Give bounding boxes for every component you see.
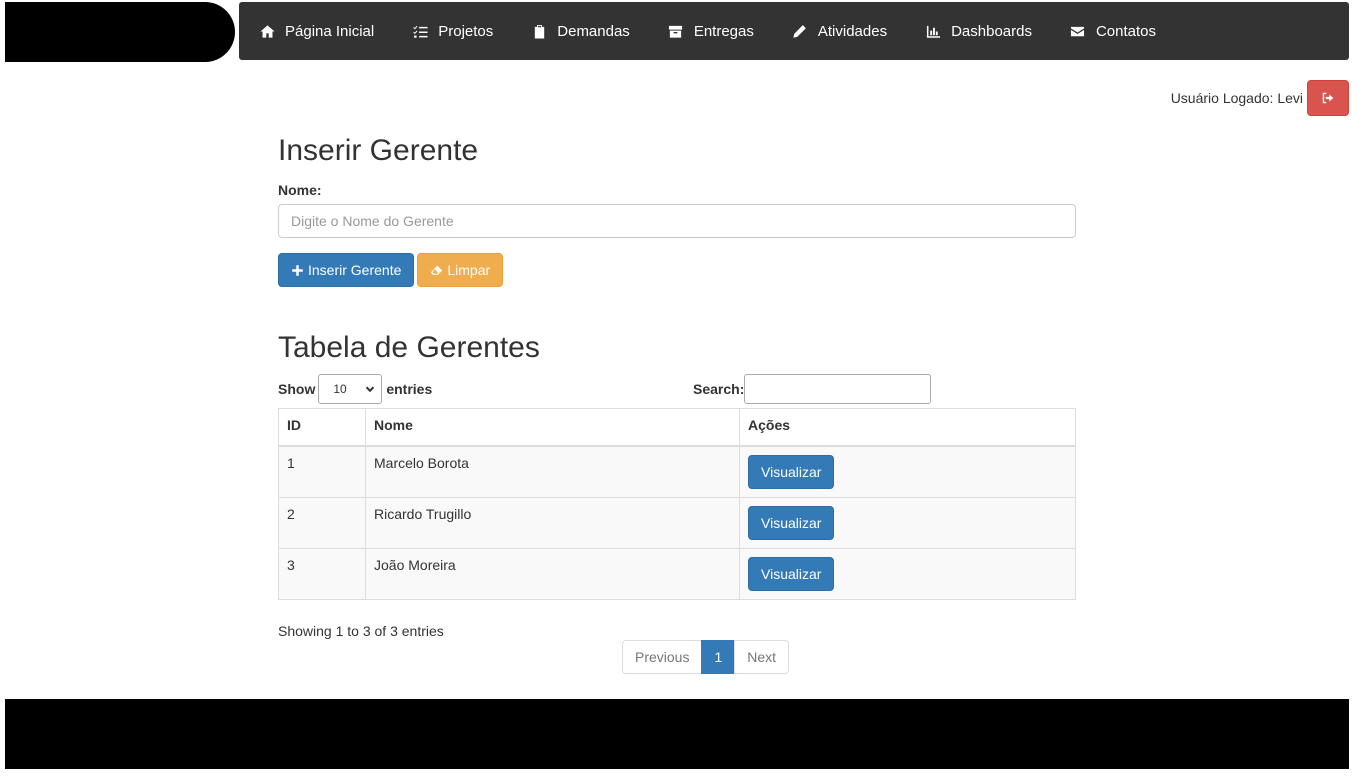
form-actions: Inserir Gerente Limpar <box>278 253 1076 287</box>
entries-label: entries <box>386 381 433 397</box>
user-area: Usuário Logado: Levi <box>1171 80 1349 116</box>
insert-manager-button[interactable]: Inserir Gerente <box>278 253 415 287</box>
view-button[interactable]: Visualizar <box>748 455 835 489</box>
table-row: 3 João Moreira Visualizar <box>278 548 1076 600</box>
view-button[interactable]: Visualizar <box>748 557 835 591</box>
previous-page-button[interactable]: Previous <box>622 640 703 674</box>
eraser-icon <box>430 264 447 277</box>
top-navbar: Página Inicial Projetos Demandas Entrega… <box>239 2 1349 60</box>
cell-acoes: Visualizar <box>739 445 1076 498</box>
nav-item-dashboards[interactable]: Dashboards <box>925 23 1032 40</box>
home-icon <box>259 23 275 39</box>
cell-acoes: Visualizar <box>739 548 1076 600</box>
bar-chart-icon <box>925 23 941 39</box>
managers-table: ID Nome Ações 1 Marcelo Borota Visualiza… <box>278 408 1076 600</box>
nav-item-projetos[interactable]: Projetos <box>412 23 493 40</box>
insert-manager-label: Inserir Gerente <box>308 262 402 278</box>
table-title: Tabela de Gerentes <box>278 331 540 364</box>
manager-name-input[interactable] <box>278 204 1076 238</box>
footer-block <box>5 699 1349 769</box>
column-header-nome[interactable]: Nome <box>365 408 740 447</box>
table-controls: Show 10 entries Search: <box>278 373 1076 405</box>
envelope-icon <box>1070 23 1086 39</box>
cell-acoes: Visualizar <box>739 497 1076 549</box>
tasks-icon <box>412 23 428 39</box>
nav-label: Demandas <box>557 22 630 40</box>
table-info: Showing 1 to 3 of 3 entries <box>278 623 444 639</box>
nav-label: Atividades <box>817 22 888 40</box>
chevron-down-icon <box>365 384 375 394</box>
clipboard-icon <box>531 23 547 39</box>
logged-user-label: Usuário Logado: Levi <box>1170 90 1303 106</box>
entries-length-value: 10 <box>333 382 347 396</box>
cell-nome: Ricardo Trugillo <box>365 497 740 549</box>
table-row: 2 Ricardo Trugillo Visualizar <box>278 497 1076 549</box>
clear-label: Limpar <box>447 262 491 278</box>
package-icon <box>668 23 684 39</box>
nav-label: Dashboards <box>951 22 1032 40</box>
form-title: Inserir Gerente <box>278 134 479 167</box>
name-label: Nome: <box>278 182 322 198</box>
nav-item-entregas[interactable]: Entregas <box>668 23 754 40</box>
nav-label: Entregas <box>693 22 754 40</box>
clear-button[interactable]: Limpar <box>417 253 504 287</box>
column-header-id[interactable]: ID <box>278 408 366 447</box>
pagination: Previous 1 Next <box>622 640 790 674</box>
table-header-row: ID Nome Ações <box>278 408 1076 447</box>
nav-label: Página Inicial <box>285 22 375 40</box>
cell-id: 3 <box>278 548 366 600</box>
nav-item-contatos[interactable]: Contatos <box>1070 23 1156 40</box>
cell-nome: João Moreira <box>365 548 740 600</box>
search-input[interactable] <box>744 374 932 404</box>
next-page-button[interactable]: Next <box>734 640 790 674</box>
search-area: Search: <box>693 374 932 404</box>
pencil-icon <box>792 23 808 39</box>
show-label: Show <box>278 381 316 397</box>
cell-id: 1 <box>278 445 366 498</box>
cell-id: 2 <box>278 497 366 549</box>
main-content: Inserir Gerente Nome: Inserir Gerente Li… <box>278 130 1076 674</box>
nav-label: Projetos <box>438 22 494 40</box>
column-header-acoes[interactable]: Ações <box>739 408 1076 447</box>
plus-icon <box>291 264 308 277</box>
logo-block <box>5 2 235 62</box>
cell-nome: Marcelo Borota <box>365 445 740 498</box>
view-button[interactable]: Visualizar <box>748 506 835 540</box>
sign-out-icon <box>1321 91 1335 105</box>
search-label: Search: <box>693 381 745 397</box>
entries-length-select[interactable]: 10 <box>318 374 383 404</box>
current-page-button[interactable]: 1 <box>701 640 736 674</box>
nav-list: Página Inicial Projetos Demandas Entrega… <box>239 2 1349 60</box>
logout-button[interactable] <box>1307 80 1349 116</box>
nav-item-demandas[interactable]: Demandas <box>531 23 630 40</box>
nav-label: Contatos <box>1095 22 1157 40</box>
table-row: 1 Marcelo Borota Visualizar <box>278 445 1076 498</box>
nav-item-pagina-inicial[interactable]: Página Inicial <box>259 23 374 40</box>
nav-item-atividades[interactable]: Atividades <box>792 23 887 40</box>
